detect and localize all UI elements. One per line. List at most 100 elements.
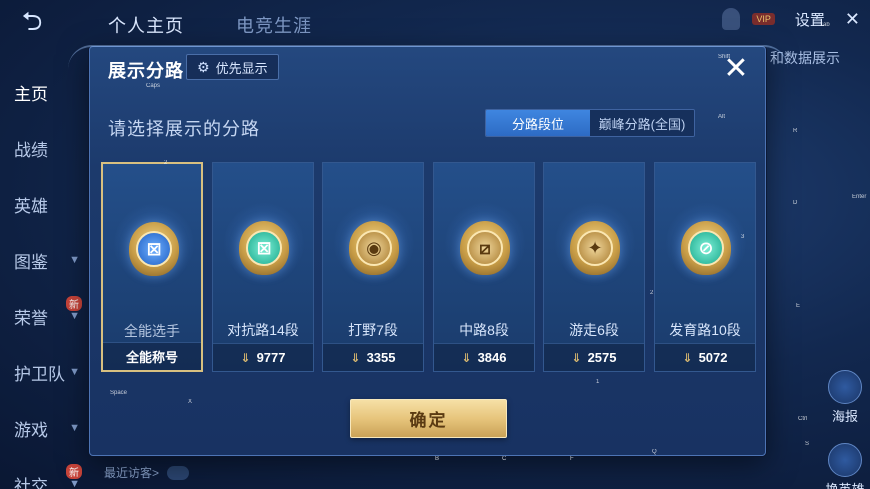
- chevron-down-icon: ▼: [69, 422, 80, 434]
- close-icon[interactable]: ✕: [845, 9, 860, 30]
- sidebar-item[interactable]: 主页: [0, 64, 88, 120]
- lane-card[interactable]: ⊠ 对抗路14段 ⇓ 9777: [212, 162, 314, 372]
- vip-badge: VIP: [752, 13, 775, 25]
- poster-button[interactable]: 海报: [820, 370, 870, 425]
- new-badge: 新: [66, 464, 82, 479]
- sidebar-item-label: 荣誉: [14, 308, 48, 328]
- tab-lane-rank[interactable]: 分路段位: [486, 110, 590, 136]
- sidebar-item-label: 护卫队: [14, 364, 65, 384]
- key-hint-c: C: [502, 456, 507, 462]
- key-hint-d: D: [793, 200, 798, 206]
- poster-icon: [828, 370, 862, 404]
- rank-arrow-icon: ⇓: [240, 350, 251, 365]
- swap-hero-button[interactable]: 换英雄: [820, 443, 870, 489]
- lane-value: 9777: [256, 350, 286, 365]
- emblem-symbol: ◉: [356, 230, 392, 266]
- key-hint-q: Q: [652, 449, 657, 455]
- farm-lane-icon: ⊘: [681, 221, 731, 275]
- lane-value-row: 全能称号: [103, 342, 201, 370]
- background-tabs: 个人主页 电竞生涯: [108, 12, 312, 38]
- emblem-symbol: ⊠: [246, 230, 282, 266]
- dialog-title: 展示分路: [108, 61, 184, 81]
- back-arrow-icon[interactable]: ⮌: [8, 6, 56, 40]
- background-top-right: VIP 设置 ✕: [722, 8, 860, 30]
- priority-display-label: 优先显示: [215, 60, 268, 76]
- recent-visitors-link[interactable]: 最近访客>: [104, 464, 159, 481]
- lane-card-list: ⊠ 全能选手 全能称号 ⊠ 对抗路14段 ⇓ 9777 ◉ 打野7段 ⇓ 3355 ⧄ 中路8段 ⇓ 384…: [101, 162, 757, 372]
- emblem-symbol: ⊠: [136, 231, 172, 267]
- lane-card[interactable]: ⊠ 全能选手全能称号: [101, 162, 203, 372]
- key-hint-x: X: [188, 399, 193, 405]
- lane-card[interactable]: ✦ 游走6段 ⇓ 2575: [543, 162, 645, 372]
- rank-arrow-icon: ⇓: [571, 350, 582, 365]
- key-hint-tab: Tab: [820, 22, 830, 28]
- roam-icon: ✦: [570, 221, 620, 275]
- tab-profile[interactable]: 个人主页: [108, 12, 184, 38]
- lane-value-row: ⇓ 3355: [323, 343, 423, 371]
- chevron-down-icon: ▼: [69, 366, 80, 378]
- key-hint-3: 3: [741, 234, 745, 240]
- person-icon[interactable]: [722, 8, 741, 30]
- chevron-down-icon: ▼: [69, 478, 80, 489]
- lane-name: 游走6段: [569, 322, 619, 338]
- key-hint-ctrl: Ctrl: [798, 416, 808, 422]
- new-badge: 新: [66, 296, 82, 311]
- lane-card[interactable]: ◉ 打野7段 ⇓ 3355: [322, 162, 424, 372]
- sidebar-item-label: 社交: [14, 476, 48, 489]
- lane-value: 2575: [587, 350, 617, 365]
- sidebar-item-label: 图鉴: [14, 252, 48, 272]
- key-hint-s: S: [805, 441, 810, 447]
- sidebar-item[interactable]: 图鉴 ▼: [0, 232, 88, 288]
- tab-peak-lane[interactable]: 巅峰分路(全国): [590, 110, 694, 136]
- sidebar-item-label: 英雄: [14, 196, 48, 216]
- lane-card[interactable]: ⊘ 发育路10段 ⇓ 5072: [654, 162, 756, 372]
- lane-value: 5072: [698, 350, 728, 365]
- jungle-icon: ◉: [349, 221, 399, 275]
- rank-arrow-icon: ⇓: [461, 350, 472, 365]
- sidebar-item[interactable]: 护卫队 ▼: [0, 344, 88, 400]
- key-hint-b: B: [435, 456, 440, 462]
- mid-lane-icon: ⧄: [460, 221, 510, 275]
- key-hint-caps: Caps: [146, 83, 161, 89]
- key-hint-space: Space: [110, 390, 128, 396]
- lane-value-row: ⇓ 5072: [655, 343, 755, 371]
- swap-hero-icon: [828, 443, 862, 477]
- tab-esports[interactable]: 电竞生涯: [236, 12, 312, 38]
- visitor-icon: [167, 465, 190, 480]
- sidebar-item-label: 战绩: [14, 140, 48, 160]
- key-hint-enter: Enter: [852, 194, 867, 200]
- gear-icon: ⚙: [197, 58, 210, 75]
- key-hint-alt: Alt: [718, 114, 726, 120]
- sidebar-item[interactable]: 荣誉 ▼ 新: [0, 288, 88, 344]
- sidebar-item[interactable]: 社交 ▼ 新: [0, 456, 88, 489]
- poster-label: 海报: [831, 409, 858, 424]
- key-hint-f: F: [570, 456, 574, 462]
- key-hint-shift: Shift: [718, 54, 731, 60]
- chevron-down-icon: ▼: [69, 254, 80, 266]
- sidebar-item[interactable]: 游戏 ▼: [0, 400, 88, 456]
- lane-value: 3355: [366, 350, 396, 365]
- sidebar-item-label: 主页: [14, 84, 48, 104]
- lane-value-row: ⇓ 2575: [544, 343, 644, 371]
- emblem-symbol: ⊘: [688, 230, 724, 266]
- background-bottom-bar: 最近访客>: [104, 464, 190, 481]
- sidebar-item[interactable]: 战绩: [0, 120, 88, 176]
- key-hint-e: E: [796, 303, 801, 309]
- background-right-text: 和数据展示: [770, 50, 840, 66]
- lane-name: 发育路10段: [669, 322, 741, 338]
- priority-display-button[interactable]: ⚙ 优先显示: [186, 54, 279, 80]
- lane-value-row: ⇓ 3846: [434, 343, 534, 371]
- key-hint-2a: 2: [164, 160, 168, 166]
- key-hint-r: R: [793, 128, 798, 134]
- sidebar-item[interactable]: 英雄: [0, 176, 88, 232]
- key-hint-2b: 2: [650, 290, 654, 296]
- background-right-column: 海报 换英雄: [820, 370, 870, 489]
- lane-value-row: ⇓ 9777: [213, 343, 313, 371]
- lane-mode-toggle: 分路段位 巅峰分路(全国): [485, 109, 695, 137]
- lane-card[interactable]: ⧄ 中路8段 ⇓ 3846: [433, 162, 535, 372]
- background-sidebar: 主页 战绩 英雄 图鉴 ▼ 荣誉 ▼ 新护卫队 ▼ 游戏 ▼ 社交 ▼ 新: [0, 64, 88, 489]
- rank-arrow-icon: ⇓: [682, 350, 693, 365]
- lane-name: 全能选手: [124, 323, 180, 339]
- confirm-button[interactable]: 确定: [350, 399, 507, 438]
- lane-name: 中路8段: [459, 322, 509, 338]
